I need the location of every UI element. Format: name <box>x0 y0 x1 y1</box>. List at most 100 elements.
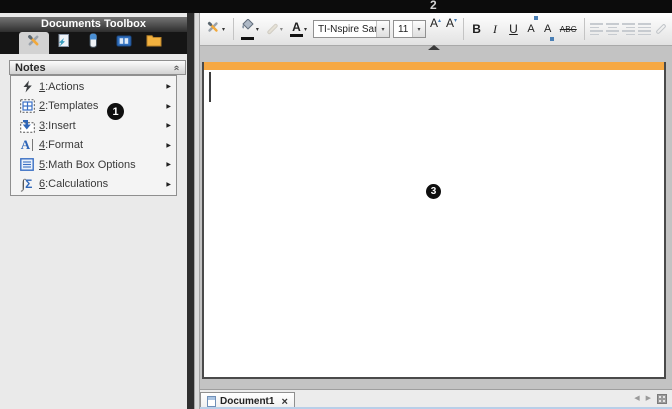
decrease-font-size-button[interactable]: A ▾ <box>445 16 458 42</box>
align-left-button[interactable] <box>590 16 603 42</box>
align-left-icon <box>590 23 603 35</box>
page-accent-bar <box>204 62 664 70</box>
notes-menu: 1:Actions ▶ 2:Templates ▶ <box>10 75 177 196</box>
tab-libraries[interactable] <box>109 32 139 54</box>
submenu-arrow-icon: ▶ <box>166 142 171 149</box>
subscript-button[interactable]: A <box>541 16 555 42</box>
menu-item-calculations[interactable]: ∫Σ 6:Calculations ▶ <box>11 175 176 195</box>
sidebar-divider <box>187 0 194 409</box>
fill-color-swatch <box>241 37 254 40</box>
insert-link-button[interactable] <box>654 16 668 42</box>
menu-item-label: 2:Templates <box>39 100 98 112</box>
submenu-arrow-icon: ▶ <box>166 83 171 90</box>
tab-insert-page[interactable] <box>49 32 79 54</box>
menu-item-insert[interactable]: 3:Insert ▶ <box>11 116 176 136</box>
tab-content-explorer[interactable] <box>139 32 169 54</box>
format-a-icon: A <box>17 137 37 153</box>
tools-wrench-icon <box>205 19 221 40</box>
underline-button[interactable]: U <box>506 16 521 42</box>
subscript-mark-icon <box>550 37 554 41</box>
documents-toolbox-sidebar: Documents Toolbox <box>0 13 187 409</box>
notes-panel-header[interactable]: Notes » <box>9 60 186 75</box>
integral-sigma-icon: ∫Σ <box>17 176 37 192</box>
math-box-icon <box>17 158 37 171</box>
page-sorter-slider-icon <box>89 33 98 53</box>
toolbox-tab-bar <box>0 32 187 54</box>
font-size-select[interactable]: 11 ▾ <box>393 20 426 38</box>
notes-page[interactable] <box>202 62 666 379</box>
paint-bucket-icon <box>240 18 255 36</box>
caret-down-icon: ▾ <box>304 26 307 33</box>
tools-wrench-icon <box>25 32 42 54</box>
font-family-value: TI-Nspire Sans <box>314 24 376 35</box>
notes-panel-title: Notes <box>15 62 46 74</box>
text-color-button[interactable]: A ▾ <box>289 16 310 42</box>
superscript-mark-icon <box>534 16 538 20</box>
page-navigation: ◀ ▶ <box>634 394 667 404</box>
callout-step-2: 2 <box>430 0 437 12</box>
top-bar: 2 <box>0 0 672 13</box>
italic-button[interactable]: I <box>487 16 502 42</box>
submenu-arrow-icon: ▶ <box>166 103 171 110</box>
main-area: ▾ ▾ ▾ A ▾ <box>200 13 672 409</box>
caret-down-icon: ▾ <box>256 26 259 33</box>
insert-page-icon <box>56 33 71 53</box>
fill-color-button[interactable]: ▾ <box>239 16 262 42</box>
menu-item-templates[interactable]: 2:Templates ▶ <box>11 97 176 117</box>
caret-up-icon: ▴ <box>438 17 441 24</box>
caret-down-icon: ▾ <box>280 26 283 33</box>
dropdown-arrow-icon[interactable]: ▾ <box>412 21 425 37</box>
caret-down-icon: ▾ <box>454 17 457 24</box>
page-tab-bar: Document1 × ◀ ▶ <box>200 389 672 409</box>
menu-item-label: 5:Math Box Options <box>39 159 136 171</box>
submenu-arrow-icon: ▶ <box>166 122 171 129</box>
menu-item-label: 6:Calculations <box>39 178 108 190</box>
dropdown-arrow-icon[interactable]: ▾ <box>376 21 389 37</box>
font-size-value: 11 <box>394 24 412 35</box>
submenu-arrow-icon: ▶ <box>166 161 171 168</box>
libraries-icon <box>116 34 132 53</box>
strikethrough-button[interactable]: ABC <box>557 16 579 42</box>
align-center-button[interactable] <box>606 16 619 42</box>
close-icon[interactable]: × <box>281 397 287 407</box>
bold-button[interactable]: B <box>469 16 484 42</box>
align-right-icon <box>622 23 635 35</box>
align-right-button[interactable] <box>622 16 635 42</box>
tab-page-sorter[interactable] <box>79 32 109 54</box>
toolbar-separator <box>584 18 585 40</box>
insert-arrow-icon <box>17 119 37 133</box>
main-toolbar: ▾ ▾ ▾ A ▾ <box>200 13 672 46</box>
callout-step-1: 1 <box>107 103 124 120</box>
text-color-swatch <box>290 34 303 37</box>
caret-down-icon: ▾ <box>222 26 225 33</box>
toolbar-separator <box>463 18 464 40</box>
pen-icon <box>266 23 278 35</box>
align-justify-button[interactable] <box>638 16 651 42</box>
menu-item-actions[interactable]: 1:Actions ▶ <box>11 77 176 97</box>
toolbar-separator <box>233 18 234 40</box>
folder-icon <box>146 34 162 52</box>
align-center-icon <box>606 23 619 35</box>
menu-item-format[interactable]: A 4:Format ▶ <box>11 136 176 156</box>
next-page-icon[interactable]: ▶ <box>646 394 651 404</box>
superscript-button[interactable]: A <box>524 16 538 42</box>
collapse-chevron-icon: » <box>172 65 182 71</box>
submenu-arrow-icon: ▶ <box>166 181 171 188</box>
toolbar-collapse-handle-icon[interactable] <box>428 45 440 50</box>
tab-document-tools[interactable] <box>19 32 49 54</box>
menu-item-math-box-options[interactable]: 5:Math Box Options ▶ <box>11 155 176 175</box>
page-sorter-view-icon[interactable] <box>657 394 667 404</box>
templates-grid-icon <box>17 99 37 113</box>
document-icon <box>207 396 216 407</box>
link-icon <box>655 23 666 34</box>
font-family-select[interactable]: TI-Nspire Sans ▾ <box>313 20 390 38</box>
previous-page-icon[interactable]: ◀ <box>634 394 639 404</box>
line-color-button[interactable]: ▾ <box>265 16 286 42</box>
menu-item-label: 3:Insert <box>39 120 76 132</box>
align-justify-icon <box>638 23 651 35</box>
menu-item-label: 1:Actions <box>39 81 84 93</box>
document-tools-button[interactable]: ▾ <box>204 16 228 42</box>
increase-font-size-button[interactable]: A ▴ <box>429 16 442 42</box>
document-tab-label: Document1 <box>220 396 274 407</box>
text-color-a-icon: A <box>292 22 301 33</box>
